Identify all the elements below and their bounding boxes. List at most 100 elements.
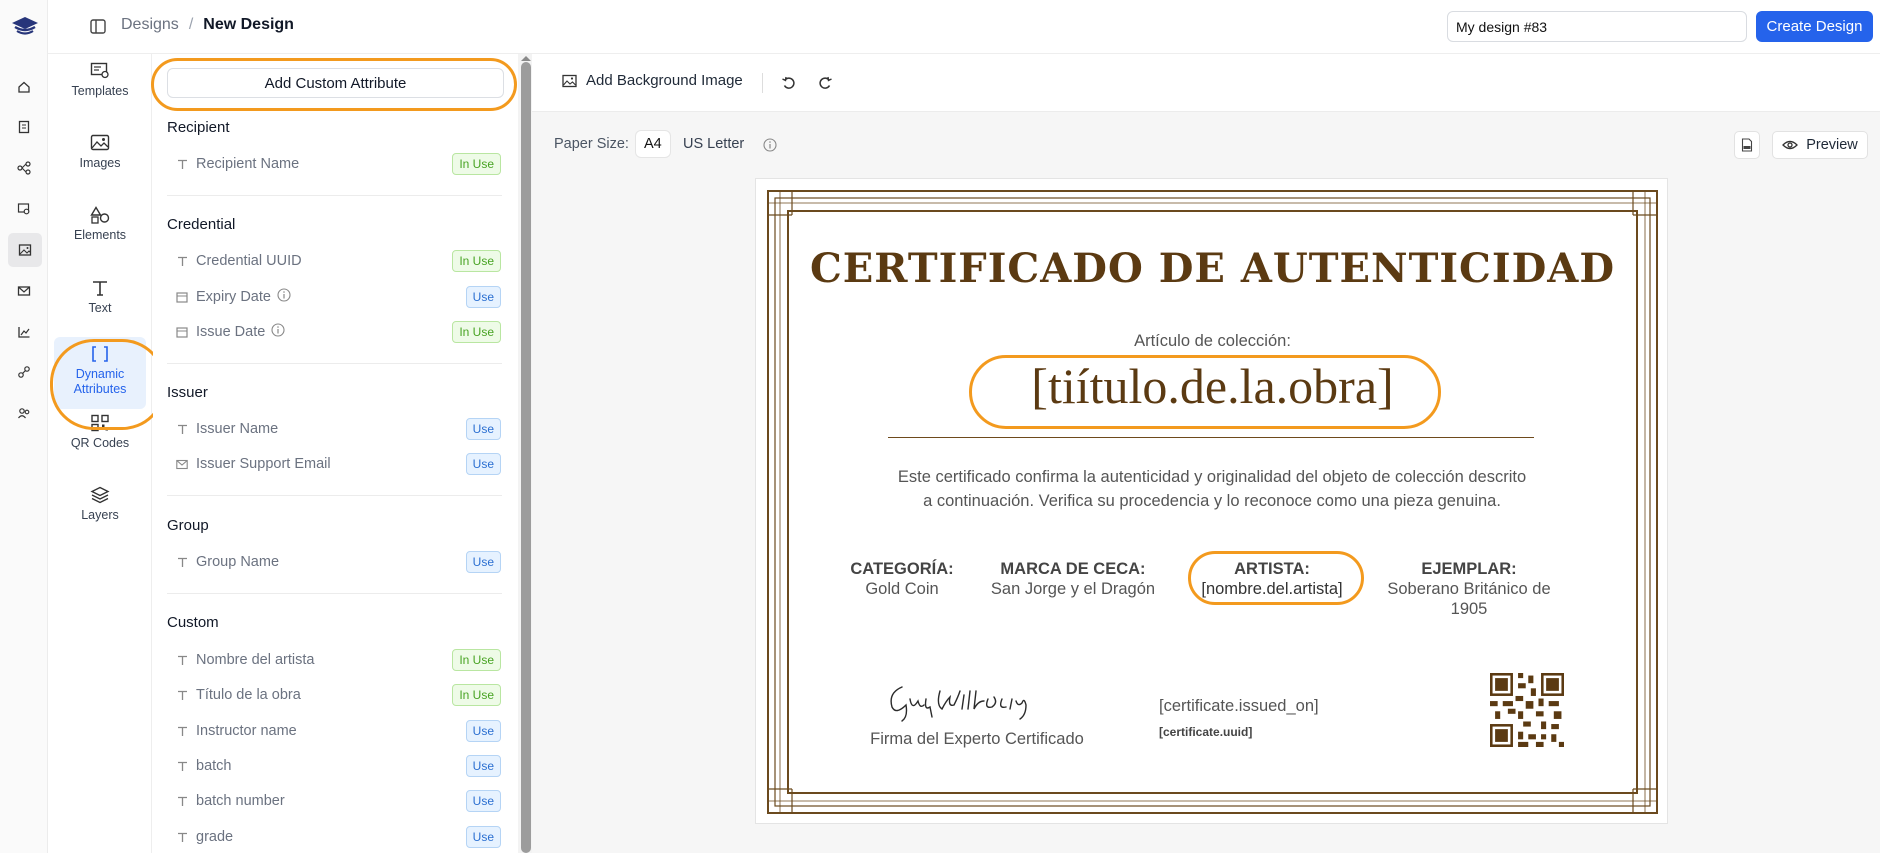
certificate-subtitle[interactable]: Artículo de colección: — [756, 332, 1669, 351]
sidebar-toggle-icon[interactable] — [90, 19, 106, 34]
download-pdf-button[interactable] — [1734, 131, 1760, 159]
attr-row-issuer-support-email[interactable]: Issuer Support Email Use — [175, 452, 501, 476]
category-label: CATEGORÍA: — [850, 560, 954, 578]
paper-option-us-letter[interactable]: US Letter — [675, 131, 752, 157]
attr-row-issuer-name[interactable]: Issuer Name Use — [175, 417, 501, 441]
attr-label: batch — [196, 758, 232, 774]
tool-layers[interactable]: Layers — [54, 478, 146, 540]
attr-row-issue-date[interactable]: Issue Date In Use — [175, 320, 501, 344]
mail-icon[interactable] — [14, 281, 34, 301]
certificate-specimen[interactable]: EJEMPLAR: Soberano Británico de 1905 — [1376, 559, 1562, 619]
attr-row-titulo-de-la-obra[interactable]: Título de la obra In Use — [175, 683, 501, 707]
category-value: Gold Coin — [865, 580, 939, 598]
attr-label: grade — [196, 829, 234, 845]
home-icon[interactable] — [14, 77, 34, 97]
text-type-icon — [175, 830, 189, 844]
attr-row-recipient-name[interactable]: Recipient Name In Use — [175, 152, 501, 176]
attr-row-batch-number[interactable]: batch number Use — [175, 789, 501, 813]
breadcrumb-current: New Design — [203, 16, 294, 33]
undo-icon[interactable] — [781, 75, 797, 91]
section-title-credential: Credential — [167, 216, 236, 233]
certificate-issued-on[interactable]: [certificate.issued_on] — [1159, 697, 1319, 716]
design-name-input[interactable] — [1447, 11, 1747, 42]
panel-scrollbar-thumb[interactable] — [521, 62, 531, 853]
tool-dynamic-attributes[interactable]: Dynamic Attributes — [54, 337, 146, 409]
info-icon[interactable] — [271, 323, 285, 341]
status-badge[interactable]: Use — [465, 720, 501, 742]
create-design-button[interactable]: Create Design — [1756, 11, 1873, 42]
attr-row-credential-uuid[interactable]: Credential UUID In Use — [175, 249, 501, 273]
templates-icon — [90, 62, 109, 79]
analytics-icon[interactable] — [14, 322, 34, 342]
qr-code-image[interactable] — [1490, 673, 1564, 747]
attr-row-batch[interactable]: batch Use — [175, 754, 501, 778]
section-title-custom: Custom — [167, 614, 219, 631]
layers-icon — [90, 486, 110, 504]
app-logo[interactable] — [10, 14, 40, 38]
breadcrumb-designs-link[interactable]: Designs — [121, 16, 179, 34]
tool-images-label: Images — [79, 156, 121, 170]
status-badge[interactable]: Use — [465, 826, 501, 848]
attr-label: batch number — [196, 793, 285, 809]
signature-caption[interactable]: Firma del Experto Certificado — [852, 730, 1102, 749]
status-badge[interactable]: Use — [465, 551, 501, 573]
tool-text-label: Text — [88, 301, 112, 315]
status-badge[interactable]: In Use — [452, 321, 501, 343]
tool-qr-codes[interactable]: QR Codes — [54, 406, 146, 468]
scroll-up-arrow-icon[interactable] — [521, 56, 531, 61]
certificate-canvas[interactable]: CERTIFICADO DE AUTENTICIDAD Artículo de … — [755, 178, 1668, 824]
attr-row-grade[interactable]: grade Use — [175, 825, 501, 849]
tool-templates[interactable]: Templates — [54, 54, 146, 116]
paper-option-a4[interactable]: A4 — [636, 131, 670, 157]
status-badge[interactable]: Use — [465, 755, 501, 777]
workflow-icon[interactable] — [14, 158, 34, 178]
canvas-toolbar: Add Background Image — [532, 54, 1880, 112]
text-type-icon — [175, 759, 189, 773]
attr-label: Issuer Name — [196, 421, 279, 437]
status-badge[interactable]: Use — [465, 790, 501, 812]
designs-image-icon[interactable] — [8, 233, 42, 267]
signature-image[interactable] — [880, 677, 1050, 723]
calendar-icon — [175, 290, 189, 304]
mint-mark-value: San Jorge y el Dragón — [990, 580, 1156, 598]
redo-icon[interactable] — [817, 75, 833, 91]
status-badge[interactable]: In Use — [452, 153, 501, 175]
attr-row-group-name[interactable]: Group Name Use — [175, 550, 501, 574]
status-badge[interactable]: In Use — [452, 684, 501, 706]
status-badge[interactable]: In Use — [452, 250, 501, 272]
preview-button[interactable]: Preview — [1772, 131, 1868, 159]
attr-row-nombre-del-artista[interactable]: Nombre del artista In Use — [175, 648, 501, 672]
tool-elements[interactable]: Elements — [54, 198, 146, 260]
text-type-icon — [175, 653, 189, 667]
building-icon[interactable] — [14, 117, 34, 137]
status-badge[interactable]: Use — [465, 453, 501, 475]
tool-text[interactable]: Text — [54, 271, 146, 333]
attr-row-expiry-date[interactable]: Expiry Date Use — [175, 285, 501, 309]
paper-size-label: Paper Size: — [554, 136, 629, 152]
certificate-category[interactable]: CATEGORÍA: Gold Coin — [842, 559, 962, 599]
status-badge[interactable]: In Use — [452, 649, 501, 671]
status-badge[interactable]: Use — [465, 286, 501, 308]
tool-images[interactable]: Images — [54, 126, 146, 188]
image-icon — [562, 74, 577, 87]
status-badge[interactable]: Use — [465, 418, 501, 440]
info-icon[interactable] — [763, 138, 777, 152]
text-type-icon — [175, 254, 189, 268]
add-background-image-button[interactable]: Add Background Image — [562, 72, 743, 89]
integrations-icon[interactable] — [14, 362, 34, 382]
users-icon[interactable] — [14, 403, 34, 423]
info-icon[interactable] — [277, 288, 291, 306]
text-type-icon — [175, 688, 189, 702]
certificate-mint-mark[interactable]: MARCA DE CECA: San Jorge y el Dragón — [984, 559, 1162, 599]
tool-elements-label: Elements — [73, 228, 127, 242]
certificate-title[interactable]: CERTIFICADO DE AUTENTICIDAD — [756, 245, 1669, 292]
text-type-icon — [175, 794, 189, 808]
certificate-description[interactable]: Este certificado confirma la autenticida… — [896, 465, 1528, 513]
add-custom-attribute-button[interactable]: Add Custom Attribute — [167, 68, 504, 98]
certificate-search-icon[interactable] — [14, 199, 34, 219]
toolbar-divider — [762, 73, 763, 93]
attr-row-instructor-name[interactable]: Instructor name Use — [175, 719, 501, 743]
certificate-uuid[interactable]: [certificate.uuid] — [1159, 725, 1252, 739]
certificate-artist[interactable]: ARTISTA: [nombre.del.artista] — [1186, 559, 1358, 599]
certificate-work-title[interactable]: [tiítulo.de.la.obra] — [756, 357, 1669, 415]
